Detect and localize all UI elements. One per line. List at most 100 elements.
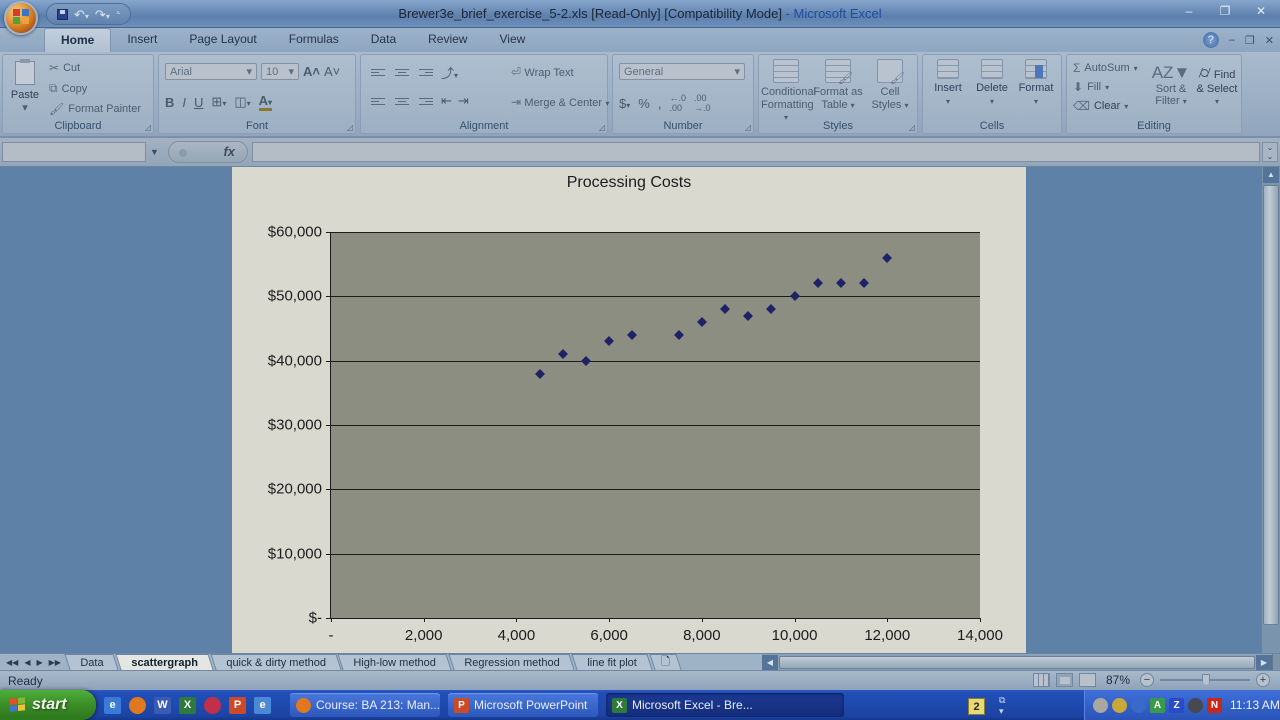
antivirus-icon[interactable]: A: [1150, 698, 1165, 713]
decrease-decimal-button[interactable]: .00→.0: [694, 93, 711, 113]
format-cells-button[interactable]: Format▾: [1015, 59, 1057, 107]
clipboard-dialog-launcher-icon[interactable]: ◿: [145, 123, 151, 132]
align-top-button[interactable]: [369, 66, 387, 80]
workbook-restore-button[interactable]: ❐: [1245, 34, 1255, 47]
number-dialog-launcher-icon[interactable]: ◿: [745, 123, 751, 132]
insert-cells-button[interactable]: Insert▾: [927, 59, 969, 107]
decrease-indent-button[interactable]: ⇤: [441, 93, 452, 109]
worksheet-area[interactable]: Processing Costs $-$10,000$20,000$30,000…: [0, 167, 1280, 653]
font-size-select[interactable]: 10▾: [261, 63, 299, 80]
page-layout-view-icon[interactable]: [1056, 673, 1073, 687]
previous-sheet-icon[interactable]: ◀: [22, 658, 32, 667]
conditional-formatting-button[interactable]: Conditional Formatting ▾: [761, 59, 811, 124]
zoom-out-icon[interactable]: −: [1140, 673, 1154, 687]
volume-icon[interactable]: [1188, 698, 1203, 713]
sheet-tab-regression-method[interactable]: Regression method: [448, 654, 575, 670]
fill-color-button[interactable]: ◫▾: [234, 94, 250, 110]
find-select-button[interactable]: ⌭ Find & Select ▾: [1195, 63, 1239, 108]
underline-button[interactable]: U: [194, 95, 203, 110]
name-box[interactable]: [2, 142, 146, 162]
office-button[interactable]: [4, 1, 38, 35]
firefox-icon[interactable]: [129, 697, 146, 714]
horizontal-scrollbar[interactable]: ◀ ▶: [762, 654, 1272, 670]
scroll-left-icon[interactable]: ◀: [762, 655, 778, 670]
workbook-close-button[interactable]: ✕: [1265, 34, 1274, 47]
increase-decimal-button[interactable]: ←.0.00: [669, 93, 686, 113]
normal-view-icon[interactable]: [1033, 673, 1050, 687]
task-button-excel[interactable]: XMicrosoft Excel - Bre...: [606, 693, 844, 717]
messenger-icon[interactable]: [1093, 698, 1108, 713]
vertical-scrollbar[interactable]: ▲: [1262, 167, 1280, 653]
last-sheet-icon[interactable]: ▶▶: [47, 658, 63, 667]
ribbon-tab-review[interactable]: Review: [412, 28, 483, 52]
language-bar-icon[interactable]: 2: [968, 698, 985, 715]
task-button-course[interactable]: Course: BA 213: Man...: [290, 693, 440, 717]
number-format-select[interactable]: General▾: [619, 63, 745, 80]
excel-icon[interactable]: X: [179, 697, 196, 714]
italic-button[interactable]: I: [182, 95, 186, 110]
powerpoint-icon[interactable]: P: [229, 697, 246, 714]
ribbon-tab-formulas[interactable]: Formulas: [273, 28, 355, 52]
zoom-in-icon[interactable]: +: [1256, 673, 1270, 687]
merge-center-button[interactable]: ⇥ Merge & Center ▾: [511, 95, 609, 109]
help-icon[interactable]: ?: [1203, 32, 1219, 48]
name-box-dropdown-icon[interactable]: ▼: [146, 142, 163, 162]
autosum-button[interactable]: ΣAutoSum▾: [1073, 61, 1138, 75]
zoom-slider[interactable]: [1160, 679, 1250, 681]
page-break-view-icon[interactable]: [1079, 673, 1096, 687]
format-as-table-button[interactable]: Format as Table ▾: [813, 59, 863, 111]
fill-button[interactable]: ⬇Fill▾: [1073, 80, 1138, 94]
font-family-select[interactable]: Arial▾: [165, 63, 257, 80]
scroll-right-icon[interactable]: ▶: [1256, 655, 1272, 670]
paste-button[interactable]: Paste ▾: [7, 59, 43, 117]
taskbar-overflow-icon[interactable]: ⧉▾: [999, 695, 1005, 717]
ribbon-tab-view[interactable]: View: [483, 28, 541, 52]
shrink-font-button[interactable]: A˅: [324, 64, 340, 79]
align-right-button[interactable]: [417, 94, 435, 108]
internet-explorer-icon[interactable]: e: [104, 697, 121, 714]
workbook-minimize-button[interactable]: –: [1229, 34, 1235, 46]
tools-icon[interactable]: [1131, 698, 1146, 713]
bold-button[interactable]: B: [165, 95, 174, 110]
align-middle-button[interactable]: [393, 66, 411, 80]
ribbon-tab-page-layout[interactable]: Page Layout: [173, 28, 272, 52]
sheet-tab-high-low-method[interactable]: High-low method: [338, 654, 452, 670]
clear-button[interactable]: ⌫Clear▾: [1073, 99, 1138, 113]
font-dialog-launcher-icon[interactable]: ◿: [347, 123, 353, 132]
styles-dialog-launcher-icon[interactable]: ◿: [909, 123, 915, 132]
zoom-slider-thumb[interactable]: [1202, 674, 1210, 686]
cell-styles-button[interactable]: Cell Styles ▾: [865, 59, 915, 111]
align-bottom-button[interactable]: [417, 66, 435, 80]
horizontal-scroll-thumb[interactable]: [779, 656, 1255, 669]
next-sheet-icon[interactable]: ▶: [34, 658, 44, 667]
scroll-up-icon[interactable]: ▲: [1263, 167, 1279, 183]
insert-worksheet-tab[interactable]: 🗋: [649, 654, 681, 670]
zoom-level[interactable]: 87%: [1106, 673, 1130, 687]
insert-function-button[interactable]: fx: [223, 144, 235, 159]
comma-style-button[interactable]: ,: [658, 96, 662, 111]
increase-indent-button[interactable]: ⇥: [458, 93, 469, 109]
accounting-format-button[interactable]: $▾: [619, 96, 630, 111]
norton-icon[interactable]: N: [1207, 698, 1222, 713]
shield-icon[interactable]: [1112, 698, 1127, 713]
task-button-microsoft[interactable]: PMicrosoft PowerPoint: [448, 693, 598, 717]
alignment-dialog-launcher-icon[interactable]: ◿: [599, 123, 605, 132]
explorer-icon[interactable]: e: [254, 697, 271, 714]
delete-cells-button[interactable]: Delete▾: [971, 59, 1013, 107]
access-icon[interactable]: [204, 697, 221, 714]
first-sheet-icon[interactable]: ◀◀: [4, 658, 20, 667]
vertical-scroll-thumb[interactable]: [1263, 185, 1279, 625]
wrap-text-button[interactable]: ⏎ Wrap Text: [511, 65, 574, 79]
cut-button[interactable]: ✂Cut: [49, 61, 141, 75]
word-icon[interactable]: W: [154, 697, 171, 714]
percent-style-button[interactable]: %: [638, 96, 650, 111]
ribbon-tab-insert[interactable]: Insert: [111, 28, 173, 52]
restore-button[interactable]: ❐: [1212, 4, 1238, 19]
ribbon-tab-data[interactable]: Data: [355, 28, 412, 52]
sheet-tab-data[interactable]: Data: [64, 654, 118, 670]
ribbon-tab-home[interactable]: Home: [44, 28, 111, 52]
formula-input[interactable]: [252, 142, 1260, 162]
align-center-button[interactable]: [393, 94, 411, 108]
start-button[interactable]: start: [0, 690, 96, 720]
copy-button[interactable]: ⧉Copy: [49, 81, 141, 96]
